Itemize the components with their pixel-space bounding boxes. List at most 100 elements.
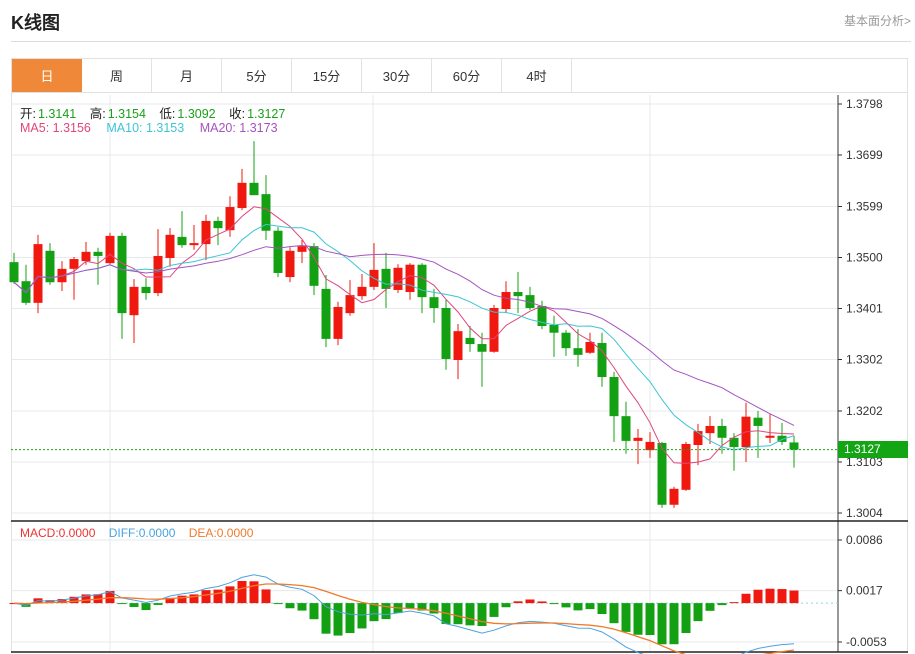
diff-value: DIFF:0.0000 [108,526,176,540]
candle-body [297,246,307,252]
macd-bar [465,603,475,626]
macd-bar [237,580,247,604]
open-label: 开: [20,107,36,121]
macd-bar [609,603,619,624]
macd-bar [273,603,283,605]
macd-bar [621,603,631,632]
candle-body [81,251,91,262]
candle-body [561,332,571,349]
candle-body [141,286,151,294]
candle-body [573,348,583,355]
ma-readout: MA5: 1.3156 MA10: 1.3153 MA20: 1.3173 [20,121,280,135]
candle-body [621,416,631,441]
price-tick-label: 1.3798 [846,97,883,111]
macd-bar [669,603,679,645]
candle-body [477,344,487,352]
macd-bar [741,593,751,604]
macd-bar [561,603,571,608]
macd-bar [537,601,547,604]
macd-bar [585,603,595,610]
price-tick-label: 1.3699 [846,148,883,162]
candle-body [789,442,799,450]
candle-body [213,220,223,229]
candle-body [225,207,235,231]
candle-body [393,267,403,290]
macd-bar [309,603,319,620]
macd-bar [765,588,775,604]
macd-bar [789,590,799,604]
candle-body [129,286,139,316]
price-tick-label: 1.3500 [846,251,883,265]
macd-bar [213,589,223,604]
macd-bar [345,603,355,634]
macd-bar [141,603,151,611]
macd-bar [597,603,607,615]
open-value: 1.3141 [37,107,77,121]
macd-bar [153,603,163,605]
macd-bar [369,603,379,622]
macd-bar [549,603,559,605]
macd-bar [249,581,259,604]
ma20-value: MA20: 1.3173 [199,121,278,135]
candle-body [669,488,679,505]
candle-body [753,417,763,426]
macd-tick-label: 0.0086 [846,533,883,547]
macd-bar [489,603,499,617]
macd-bar [777,589,787,604]
macd-bar [693,603,703,622]
candle-body [273,230,283,273]
macd-tick-label: 0.0017 [846,584,883,598]
candle-body [705,425,715,434]
ma10-line [13,223,795,451]
macd-bar [117,603,127,605]
macd-bar [261,589,271,604]
candle-body [69,259,79,269]
ma5-line [13,206,795,464]
current-price-tag: 1.3127 [838,441,908,458]
candle-body [489,307,499,352]
macd-bar [405,603,415,609]
candle-body [441,307,451,359]
candlestick-chart[interactable]: 1.3798 1.3699 1.3599 1.3500 1.3401 1.3302 1.32… [0,0,915,654]
macd-readout: MACD:0.0000 DIFF:0.0000 DEA:0.0000 [20,526,255,540]
macd-bar [297,603,307,611]
macd-bar [285,603,295,609]
macd-bar [453,603,463,625]
macd-tick-label: -0.0053 [846,635,887,649]
candle-body [609,377,619,417]
high-value: 1.3154 [107,107,146,121]
candle-body [189,243,199,246]
macd-bar [225,586,235,604]
macd-bar [357,603,367,629]
candle-body [501,292,511,310]
macd-bar [525,599,535,604]
candle-body [321,288,331,339]
candle-body [381,268,391,289]
candle-body [177,236,187,246]
price-tick-label: 1.3302 [846,352,883,366]
close-label: 收: [229,107,246,121]
candle-body [681,443,691,490]
price-tick-label: 1.3004 [846,506,883,520]
macd-bar [753,589,763,604]
ohlc-readout: 开: 1.3141 高: 1.3154 低: 1.3092 收: 1.3127 [20,103,287,122]
price-tick-label: 1.3401 [846,302,883,316]
low-value: 1.3092 [177,107,216,121]
high-label: 高: [89,107,106,121]
low-label: 低: [159,107,176,121]
ma10-value: MA10: 1.3153 [106,121,185,135]
candle-body [717,425,727,438]
candle-body [453,331,463,361]
candle-body [513,292,523,297]
macd-value: MACD:0.0000 [20,526,96,540]
candle-body [357,286,367,297]
price-tick-label: 1.3599 [846,200,883,214]
candle-body [33,244,43,303]
macd-bar [681,603,691,634]
candle-body [105,235,115,264]
macd-bar [201,590,211,604]
price-tick-label: 1.3202 [846,404,883,418]
candle-body [465,337,475,345]
ma5-value: MA5: 1.3156 [20,121,91,135]
candle-body [237,182,247,209]
